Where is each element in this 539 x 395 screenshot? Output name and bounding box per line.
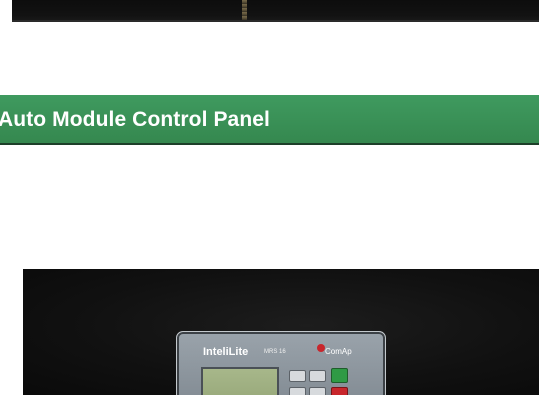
- reset-button: [289, 387, 306, 395]
- start-button: [331, 368, 348, 383]
- stop-button: [331, 387, 348, 395]
- horn-button: [309, 387, 326, 395]
- section-banner: Auto Module Control Panel: [0, 95, 539, 145]
- photo-edge: [12, 20, 539, 22]
- controller-maker: ComAp: [325, 347, 352, 356]
- top-photo: [12, 0, 539, 22]
- controller-model: MRS 16: [264, 349, 286, 355]
- control-panel-photo: InteliLite MRS 16 ComAp: [23, 269, 539, 395]
- mode-right-button: [309, 370, 326, 382]
- section-title: Auto Module Control Panel: [0, 108, 270, 131]
- mode-left-button: [289, 370, 306, 382]
- maker-logo-icon: [317, 344, 325, 352]
- controller-unit: InteliLite MRS 16 ComAp: [176, 331, 386, 395]
- cable: [242, 0, 247, 22]
- lcd-display: [201, 367, 279, 395]
- controller-brand: InteliLite: [203, 346, 249, 358]
